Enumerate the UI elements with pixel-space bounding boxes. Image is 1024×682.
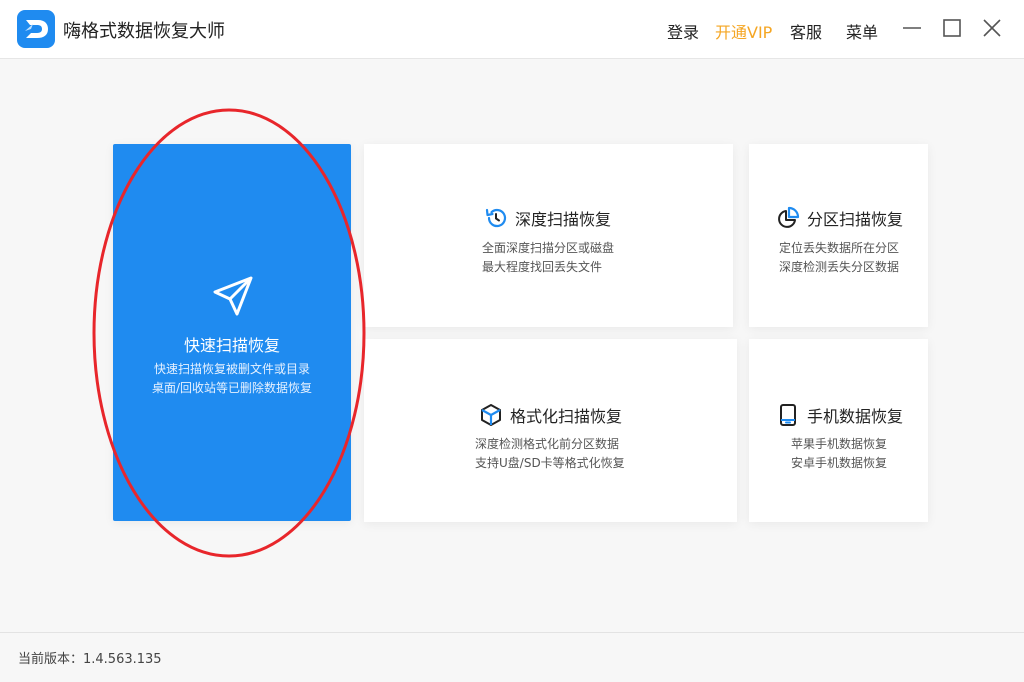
deep-scan-header: 深度扫描恢复 — [484, 206, 611, 230]
maximize-icon[interactable] — [938, 14, 966, 42]
format-scan-card[interactable]: 格式化扫描恢复 深度检测格式化前分区数据 支持U盘/SD卡等格式化恢复 — [364, 339, 737, 522]
quick-scan-desc-2: 桌面/回收站等已删除数据恢复 — [151, 381, 313, 395]
quick-scan-title: 快速扫描恢复 — [183, 336, 280, 355]
partition-scan-desc-2: 深度检测丢失分区数据 — [779, 260, 900, 274]
partition-scan-desc-1: 定位丢失数据所在分区 — [779, 241, 900, 255]
phone-recovery-desc-1: 苹果手机数据恢复 — [791, 437, 888, 451]
quick-scan-card[interactable]: 快速扫描恢复 快速扫描恢复被删文件或目录 桌面/回收站等已删除数据恢复 — [113, 144, 351, 521]
partition-scan-card[interactable]: 分区扫描恢复 定位丢失数据所在分区 深度检测丢失分区数据 — [749, 144, 928, 327]
partition-scan-header: 分区扫描恢复 — [776, 206, 903, 230]
minimize-icon[interactable] — [898, 14, 926, 42]
format-scan-header: 格式化扫描恢复 — [479, 403, 622, 427]
customer-service-link[interactable]: 客服 — [790, 19, 822, 43]
phone-recovery-card[interactable]: 手机数据恢复 苹果手机数据恢复 安卓手机数据恢复 — [749, 339, 928, 522]
version-label: 当前版本：1.4.563.135 — [18, 652, 162, 667]
mobile-phone-icon — [780, 404, 796, 426]
status-footer: 当前版本：1.4.563.135 — [0, 632, 1024, 682]
cube-icon — [481, 404, 501, 426]
close-icon[interactable] — [978, 14, 1006, 42]
navigation-arrow-icon — [213, 276, 253, 316]
pie-chart-icon — [778, 206, 800, 228]
open-vip-link[interactable]: 开通VIP — [715, 19, 772, 43]
title-bar: 嗨格式数据恢复大师 登录 开通VIP 客服 菜单 — [0, 0, 1024, 59]
app-logo-icon — [17, 10, 55, 48]
deep-scan-title: 深度扫描恢复 — [515, 210, 612, 229]
deep-scan-desc-1: 全面深度扫描分区或磁盘 — [482, 241, 615, 255]
menu-link[interactable]: 菜单 — [846, 19, 878, 43]
phone-recovery-title: 手机数据恢复 — [807, 407, 904, 426]
format-scan-title: 格式化扫描恢复 — [510, 407, 623, 426]
app-title: 嗨格式数据恢复大师 — [63, 21, 225, 42]
deep-scan-desc-2: 最大程度找回丢失文件 — [482, 260, 603, 274]
format-scan-desc-1: 深度检测格式化前分区数据 — [475, 437, 620, 451]
quick-scan-desc-1: 快速扫描恢复被删文件或目录 — [153, 362, 310, 376]
login-link[interactable]: 登录 — [667, 19, 699, 43]
partition-scan-title: 分区扫描恢复 — [807, 210, 904, 229]
deep-scan-card[interactable]: 深度扫描恢复 全面深度扫描分区或磁盘 最大程度找回丢失文件 — [364, 144, 733, 327]
phone-recovery-header: 手机数据恢复 — [776, 403, 903, 427]
history-clock-icon — [485, 208, 507, 228]
format-scan-desc-2: 支持U盘/SD卡等格式化恢复 — [475, 456, 625, 470]
phone-recovery-desc-2: 安卓手机数据恢复 — [791, 456, 888, 470]
